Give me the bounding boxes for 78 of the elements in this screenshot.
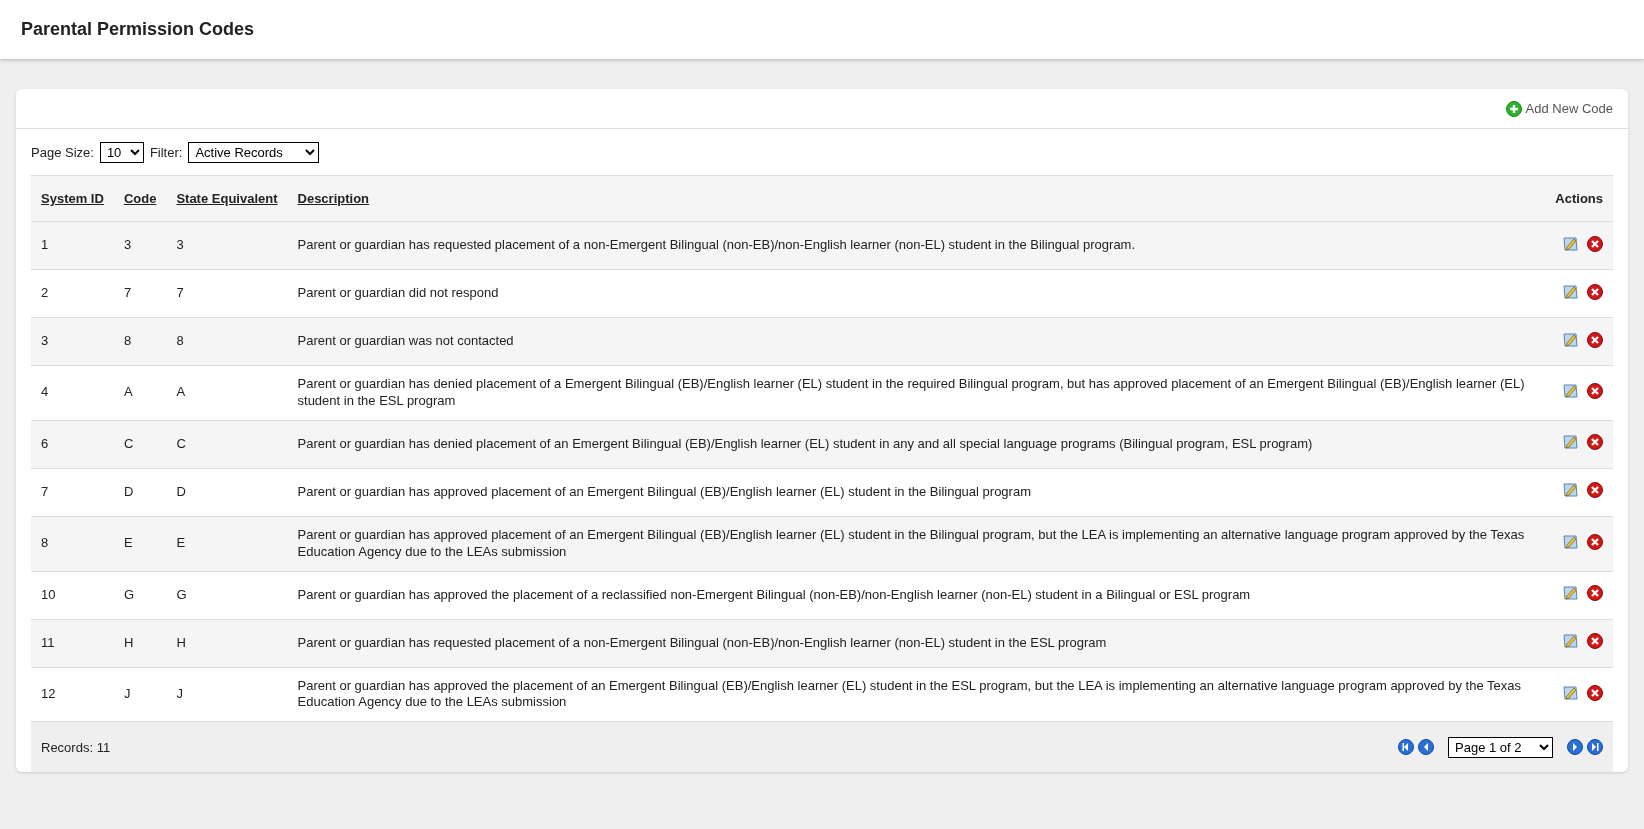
edit-icon[interactable] <box>1562 234 1579 252</box>
table-cell: 8 <box>166 317 288 366</box>
table-cell: Parent or guardian has denied placement of a Emergent Bilingual (EB)/English learner (EL) student in the required Bilingual program, but has approved placement of an Emergent Bilingual (EB)/English learner (EL) student in the ESL program <box>287 365 1546 421</box>
delete-icon[interactable] <box>1587 434 1603 451</box>
delete-icon[interactable] <box>1587 684 1603 701</box>
table-cell: 7 <box>31 468 114 517</box>
edit-icon[interactable] <box>1562 683 1579 701</box>
table-cell: Parent or guardian has approved placement of an Emergent Bilingual (EB)/English learner (EL) student in the Bilingual program <box>287 468 1546 517</box>
table-cell: Parent or guardian has approved the placement of an Emergent Bilingual (EB)/English learner (EL) student in the ESL program, but the LEA is implementing an alternative language program approved by the Texas Education Agency due to the LEAs submission <box>287 667 1546 722</box>
edit-icon[interactable] <box>1562 330 1579 348</box>
edit-icon[interactable] <box>1562 632 1579 650</box>
table-cell: A <box>113 365 167 421</box>
delete-icon[interactable] <box>1587 283 1603 300</box>
table-cell: C <box>166 420 288 469</box>
edit-icon[interactable] <box>1562 532 1579 550</box>
table-cell: 1 <box>31 221 114 270</box>
filter-label: Filter: <box>149 143 183 162</box>
table-cell: Parent or guardian has approved placement of an Emergent Bilingual (EB)/English learner (EL) student in the Bilingual program, but the LEA is implementing an alternative language program approved by the Texas Education Agency due to the LEAs submission <box>287 516 1546 572</box>
table-cell: Parent or guardian was not contacted <box>287 317 1546 366</box>
page-size-select[interactable]: 10 <box>99 142 144 163</box>
edit-icon[interactable] <box>1562 481 1579 499</box>
delete-icon[interactable] <box>1587 382 1603 399</box>
next-page-icon[interactable] <box>1567 739 1583 756</box>
column-header[interactable]: Description <box>287 175 1546 222</box>
table-cell: G <box>113 571 167 620</box>
table-cell: Parent or guardian did not respond <box>287 269 1546 318</box>
delete-icon[interactable] <box>1587 331 1603 348</box>
table-cell: Parent or guardian has denied placement of an Emergent Bilingual (EB)/English learner (EL) student in any and all special language programs (Bilingual program, ESL program) <box>287 420 1546 469</box>
previous-page-icon[interactable] <box>1418 739 1434 756</box>
table-cell: 8 <box>31 516 114 572</box>
table-cell: J <box>113 667 167 722</box>
table-cell: G <box>166 571 288 620</box>
column-header: Actions <box>1545 175 1613 222</box>
table-cell: C <box>113 420 167 469</box>
column-header[interactable]: State Equivalent <box>166 175 288 222</box>
table-cell: J <box>166 667 288 722</box>
table-cell: 7 <box>113 269 167 318</box>
delete-icon[interactable] <box>1587 482 1603 499</box>
table-cell: D <box>166 468 288 517</box>
table-cell: 10 <box>31 571 114 620</box>
table-cell: 7 <box>166 269 288 318</box>
delete-icon[interactable] <box>1587 585 1603 602</box>
page-size-label: Page Size: <box>31 143 94 162</box>
last-page-icon[interactable] <box>1587 739 1603 756</box>
plus-icon <box>1505 100 1522 117</box>
table-cell: Parent or guardian has requested placement of a non-Emergent Bilingual (non-EB)/non-English learner (non-EL) student in the Bilingual program. <box>287 221 1546 270</box>
page-title: Parental Permission Codes <box>21 18 255 41</box>
table-cell: D <box>113 468 167 517</box>
table-cell: H <box>166 619 288 668</box>
table-cell: 4 <box>31 365 114 421</box>
records-count: Records: 11 <box>41 738 111 757</box>
table-cell: 2 <box>31 269 114 318</box>
delete-icon[interactable] <box>1587 235 1603 252</box>
table-cell: A <box>166 365 288 421</box>
table-cell: E <box>113 516 167 572</box>
filter-select[interactable]: Active Records <box>188 142 320 163</box>
table-cell: Parent or guardian has requested placement of a non-Emergent Bilingual (non-EB)/non-English learner (non-EL) student in the ESL program <box>287 619 1546 668</box>
table-cell: 11 <box>31 619 114 668</box>
delete-icon[interactable] <box>1587 533 1603 550</box>
first-page-icon[interactable] <box>1398 739 1414 756</box>
edit-icon[interactable] <box>1562 584 1579 602</box>
delete-icon[interactable] <box>1587 633 1603 650</box>
add-new-code-link[interactable]: Add New Code <box>1505 98 1613 119</box>
edit-icon[interactable] <box>1562 381 1579 399</box>
edit-icon[interactable] <box>1562 433 1579 451</box>
table-cell: 3 <box>166 221 288 270</box>
edit-icon[interactable] <box>1562 282 1579 300</box>
table-cell: 3 <box>113 221 167 270</box>
table-cell: 6 <box>31 420 114 469</box>
table-cell: 3 <box>31 317 114 366</box>
table-cell: 12 <box>31 667 114 722</box>
column-header[interactable]: Code <box>113 175 167 222</box>
table-cell: E <box>166 516 288 572</box>
table-cell: 8 <box>113 317 167 366</box>
table-cell: Parent or guardian has approved the placement of a reclassified non-Emergent Bilingual (non-EB)/non-English learner (non-EL) student in a Bilingual or ESL program <box>287 571 1546 620</box>
page-select[interactable]: Page 1 of 2 <box>1448 736 1553 758</box>
column-header[interactable]: System ID <box>31 175 114 222</box>
table-cell: H <box>113 619 167 668</box>
